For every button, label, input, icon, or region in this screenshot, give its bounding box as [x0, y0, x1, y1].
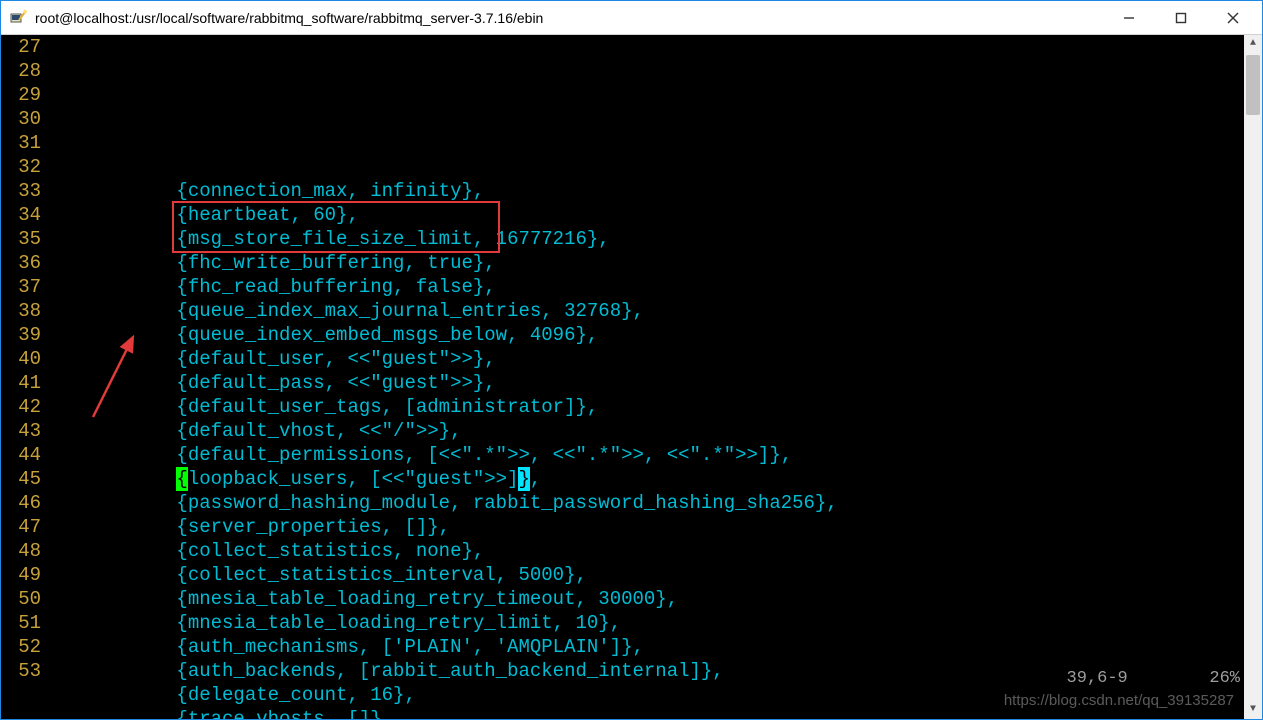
line-number: 38 — [1, 299, 41, 323]
scroll-percent: 26% — [1209, 669, 1240, 688]
maximize-button[interactable] — [1166, 6, 1196, 30]
line-number: 49 — [1, 563, 41, 587]
code-line: {mnesia_table_loading_retry_limit, 10}, — [51, 611, 1244, 635]
code-line: {fhc_write_buffering, true}, — [51, 251, 1244, 275]
scroll-thumb[interactable] — [1246, 55, 1260, 115]
code-line: {default_permissions, [<<".*">>, <<".*">… — [51, 443, 1244, 467]
line-number: 52 — [1, 635, 41, 659]
line-number: 37 — [1, 275, 41, 299]
line-number: 53 — [1, 659, 41, 683]
code-line: {password_hashing_module, rabbit_passwor… — [51, 491, 1244, 515]
line-number: 27 — [1, 35, 41, 59]
code-line: {default_pass, <<"guest">>}, — [51, 371, 1244, 395]
line-number: 30 — [1, 107, 41, 131]
line-number: 39 — [1, 323, 41, 347]
line-number: 36 — [1, 251, 41, 275]
code-line: {heartbeat, 60}, — [51, 203, 1244, 227]
window-title: root@localhost:/usr/local/software/rabbi… — [35, 10, 1114, 26]
line-number: 28 — [1, 59, 41, 83]
code-line: {collect_statistics, none}, — [51, 539, 1244, 563]
line-number: 46 — [1, 491, 41, 515]
window-controls — [1114, 6, 1248, 30]
line-number: 43 — [1, 419, 41, 443]
code-line: {msg_store_file_size_limit, 16777216}, — [51, 227, 1244, 251]
code-area[interactable]: {connection_max, infinity}, {heartbeat, … — [47, 35, 1244, 719]
line-number: 41 — [1, 371, 41, 395]
scrollbar[interactable]: ▲ ▼ — [1244, 35, 1262, 719]
line-number: 48 — [1, 539, 41, 563]
code-line: {default_user, <<"guest">>}, — [51, 347, 1244, 371]
minimize-button[interactable] — [1114, 6, 1144, 30]
line-number: 34 — [1, 203, 41, 227]
close-button[interactable] — [1218, 6, 1248, 30]
line-number: 51 — [1, 611, 41, 635]
line-number: 29 — [1, 83, 41, 107]
line-number: 35 — [1, 227, 41, 251]
terminal[interactable]: 2728293031323334353637383940414243444546… — [1, 35, 1262, 719]
line-number: 32 — [1, 155, 41, 179]
line-number-gutter: 2728293031323334353637383940414243444546… — [1, 35, 47, 719]
code-line: {queue_index_embed_msgs_below, 4096}, — [51, 323, 1244, 347]
line-number: 45 — [1, 467, 41, 491]
code-line: {collect_statistics_interval, 5000}, — [51, 563, 1244, 587]
code-line: {mnesia_table_loading_retry_timeout, 300… — [51, 587, 1244, 611]
code-line: {fhc_read_buffering, false}, — [51, 275, 1244, 299]
line-number: 50 — [1, 587, 41, 611]
code-line: {connection_max, infinity}, — [51, 179, 1244, 203]
line-number: 42 — [1, 395, 41, 419]
line-number: 33 — [1, 179, 41, 203]
cursor-position: 39,6-9 — [1067, 669, 1128, 688]
titlebar: root@localhost:/usr/local/software/rabbi… — [1, 1, 1262, 35]
vim-status-line: 39,6-9 26% — [1026, 643, 1240, 715]
scroll-up-icon[interactable]: ▲ — [1244, 35, 1262, 53]
code-line: {server_properties, []}, — [51, 515, 1244, 539]
brace-match-close: } — [518, 467, 529, 491]
code-line: {loopback_users, [<<"guest">>]}, — [51, 467, 1244, 491]
code-line: {default_vhost, <<"/">>}, — [51, 419, 1244, 443]
line-number: 31 — [1, 131, 41, 155]
brace-match-open: { — [176, 467, 187, 491]
code-line: {default_user_tags, [administrator]}, — [51, 395, 1244, 419]
line-number: 40 — [1, 347, 41, 371]
putty-icon — [9, 9, 27, 27]
line-number: 44 — [1, 443, 41, 467]
code-line: {queue_index_max_journal_entries, 32768}… — [51, 299, 1244, 323]
scroll-down-icon[interactable]: ▼ — [1244, 701, 1262, 719]
line-number: 47 — [1, 515, 41, 539]
